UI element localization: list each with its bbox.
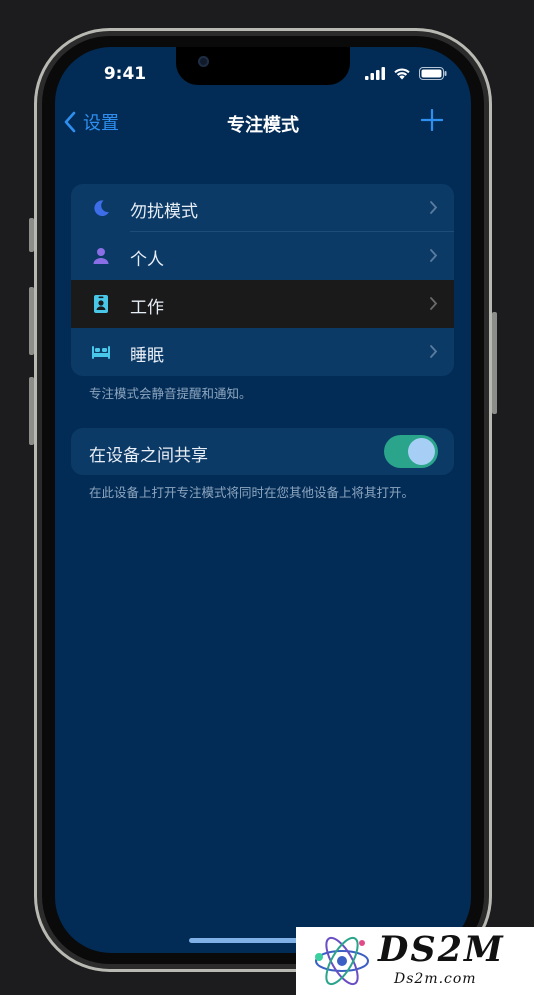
chevron-right-icon xyxy=(430,297,438,310)
status-time: 9:41 xyxy=(103,64,147,84)
page-title: 专注模式 xyxy=(227,115,299,136)
focus-label: 勿扰模式 xyxy=(130,202,198,222)
front-camera xyxy=(198,56,209,67)
plus-icon xyxy=(420,108,444,132)
chevron-right-icon xyxy=(430,345,438,358)
volume-up-button xyxy=(29,287,34,355)
chevron-right-icon xyxy=(430,201,438,214)
focus-label: 工作 xyxy=(130,298,164,318)
bed-icon xyxy=(92,346,110,359)
share-group: 在设备之间共享 xyxy=(71,428,454,475)
toggle-knob xyxy=(408,438,435,465)
watermark-logo: DS2M Ds2m.com xyxy=(296,927,534,995)
focus-row-sleep[interactable]: 睡眠 xyxy=(71,328,454,376)
wifi-icon xyxy=(394,68,410,80)
watermark-url: Ds2m.com xyxy=(394,971,477,987)
battery-icon xyxy=(419,67,447,80)
volume-down-button xyxy=(29,377,34,445)
focus-footnote: 专注模式会静音提醒和通知。 xyxy=(89,386,252,401)
focus-label: 个人 xyxy=(130,250,164,270)
moon-icon xyxy=(94,200,109,216)
notch xyxy=(176,47,350,85)
focus-row-personal[interactable]: 个人 xyxy=(71,232,454,280)
chevron-right-icon xyxy=(430,249,438,262)
person-icon xyxy=(93,248,109,264)
focus-row-do-not-disturb[interactable]: 勿扰模式 xyxy=(71,184,454,232)
id-badge-icon xyxy=(94,295,108,313)
focus-label: 睡眠 xyxy=(130,346,164,366)
add-focus-button[interactable] xyxy=(420,108,444,135)
watermark-title: DS2M xyxy=(378,929,505,970)
share-toggle[interactable] xyxy=(384,435,438,468)
phone-screen: 9:41 设置 专注模式 勿扰模式 个人 工作 睡眠 专注模式会静音提醒和通知。… xyxy=(55,47,471,953)
share-row: 在设备之间共享 xyxy=(71,428,454,475)
status-icons xyxy=(365,67,447,80)
silent-switch xyxy=(29,218,34,252)
focus-row-work[interactable]: 工作 xyxy=(71,280,454,328)
atom-logo-icon xyxy=(315,936,369,986)
share-label: 在设备之间共享 xyxy=(89,446,208,466)
power-button xyxy=(492,312,497,414)
cellular-signal-icon xyxy=(365,67,385,80)
focus-mode-list: 勿扰模式 个人 工作 睡眠 xyxy=(71,184,454,376)
share-footnote: 在此设备上打开专注模式将同时在您其他设备上将其打开。 xyxy=(89,485,415,500)
